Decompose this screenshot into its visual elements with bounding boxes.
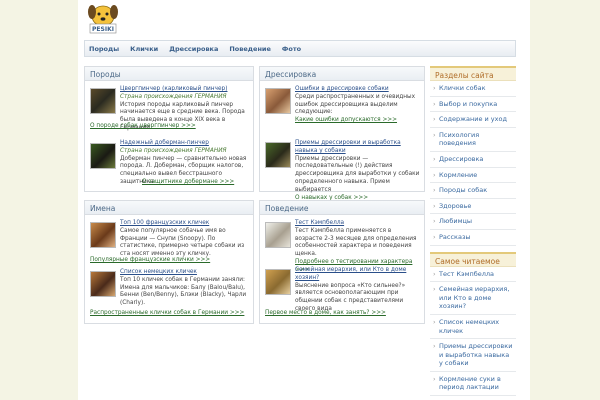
- item-title-link[interactable]: Список немецких кличек: [120, 269, 248, 277]
- sidebar-item[interactable]: Семейная иерархия, или Кто в доме хозяин…: [430, 282, 516, 315]
- item-title-link[interactable]: Ошибки в дрессировке собаки: [295, 86, 420, 94]
- sidebar-item[interactable]: Клички собак: [430, 81, 516, 97]
- nav-breeds[interactable]: Породы: [89, 45, 119, 53]
- sidebar: Разделы сайта Клички собак Выбор и покуп…: [430, 66, 516, 397]
- nav-names[interactable]: Клички: [130, 45, 158, 53]
- dog-photo-image[interactable]: [265, 222, 291, 248]
- list-item: Надежный доберман-пинчер Страна происхож…: [90, 140, 248, 188]
- item-country: Страна происхождения ГЕРМАНИЯ: [120, 147, 227, 154]
- sidebar-item[interactable]: Психология поведения: [430, 128, 516, 152]
- item-title-link[interactable]: Приемы дрессировки и выработка навыка у …: [295, 140, 420, 156]
- item-text: Топ 10 кличек собак в Германии заняли: И…: [120, 276, 247, 307]
- item-title-link[interactable]: Надежный доберман-пинчер: [120, 140, 248, 148]
- breeds-panel-title: Породы: [85, 67, 253, 81]
- sidebar-item[interactable]: Кормление: [430, 168, 516, 184]
- training-panel: Дрессировка Ошибки в дрессировке собаки …: [259, 66, 425, 201]
- dog-photo-image[interactable]: [90, 271, 116, 297]
- item-country: Страна происхождения ГЕРМАНИЯ: [120, 93, 227, 100]
- item-title-link[interactable]: Цвергпинчер (карликовый пинчер): [120, 86, 248, 94]
- sidebar-popular-list: Тест Кэмпбелла Семейная иерархия, или Кт…: [430, 266, 516, 397]
- item-title-link[interactable]: Топ 100 французских кличек: [120, 220, 248, 228]
- sidebar-item[interactable]: Тест Кэмпбелла: [430, 267, 516, 283]
- names-panel: Имена Топ 100 французских кличек Самое п…: [84, 200, 254, 324]
- main-nav: Породы Клички Дрессировка Поведение Фото: [84, 40, 516, 57]
- dog-photo-image[interactable]: [90, 88, 116, 114]
- list-item: Приемы дрессировки и выработка навыка у …: [265, 140, 420, 201]
- sidebar-item[interactable]: Любимцы: [430, 214, 516, 230]
- item-more-link[interactable]: О породе собак цвергпинчер >>>: [90, 123, 196, 129]
- training-panel-title: Дрессировка: [260, 67, 424, 81]
- logo-text: PESIKI: [92, 26, 114, 33]
- list-item: Топ 100 французских кличек Самое популяр…: [90, 220, 248, 266]
- sidebar-item[interactable]: Приемы дрессировки и выработка навыка у …: [430, 339, 516, 372]
- dog-photo-image[interactable]: [265, 88, 291, 114]
- item-more-link[interactable]: Распространенные клички собак в Германии…: [90, 310, 244, 316]
- sidebar-item[interactable]: Список немецких кличек: [430, 315, 516, 340]
- item-title-link[interactable]: Тест Кэмпбелла: [295, 220, 420, 228]
- dog-photo-image[interactable]: [265, 142, 291, 168]
- item-more-link[interactable]: Какие ошибки допускаются >>>: [295, 117, 420, 125]
- nav-behavior[interactable]: Поведение: [229, 45, 271, 53]
- nav-photo[interactable]: Фото: [282, 45, 301, 53]
- dog-photo-image[interactable]: [90, 143, 116, 169]
- item-title-link[interactable]: Семейная иерархия, или Кто в доме хозяин…: [295, 267, 420, 283]
- list-item: Семейная иерархия, или Кто в доме хозяин…: [265, 267, 420, 319]
- list-item: Ошибки в дрессировке собаки Среди распро…: [265, 86, 420, 132]
- item-more-link[interactable]: Популярные французские клички >>>: [90, 257, 210, 263]
- item-text: Приемы дрессировки — последовательные (!…: [295, 155, 420, 193]
- nav-training[interactable]: Дрессировка: [169, 45, 218, 53]
- sidebar-popular-title: Самое читаемое: [430, 251, 516, 267]
- list-item: Цвергпинчер (карликовый пинчер) Страна п…: [90, 86, 248, 132]
- breeds-panel: Породы Цвергпинчер (карликовый пинчер) С…: [84, 66, 254, 192]
- sidebar-item[interactable]: Здоровье: [430, 199, 516, 215]
- item-more-link[interactable]: О защитнике добермане >>>: [142, 179, 234, 185]
- sidebar-item[interactable]: Содержание и уход: [430, 112, 516, 128]
- sidebar-item[interactable]: Выбор и покупка: [430, 97, 516, 113]
- behavior-panel-title: Поведение: [260, 201, 424, 215]
- item-text: Самое популярное собачье имя во Франции …: [120, 227, 245, 258]
- item-text: Среди распространенных и очевидных ошибо…: [295, 93, 416, 116]
- dog-photo-image[interactable]: [90, 222, 116, 248]
- list-item: Список немецких кличек Топ 10 кличек соб…: [90, 269, 248, 319]
- dog-photo-image[interactable]: [265, 269, 291, 295]
- item-text: Тест Кэмпбелла применяется в возрасте 2-…: [295, 227, 417, 258]
- site-logo[interactable]: PESIKI: [86, 2, 120, 36]
- item-more-link[interactable]: Первое место в доме, как занять? >>>: [265, 310, 386, 316]
- sidebar-sections-list: Клички собак Выбор и покупка Содержание …: [430, 81, 516, 246]
- list-item: Тест Кэмпбелла Тест Кэмпбелла применяетс…: [265, 220, 420, 273]
- sidebar-sections-title: Разделы сайта: [430, 66, 516, 81]
- sidebar-item[interactable]: Кормление суки в период лактации: [430, 372, 516, 397]
- sidebar-item[interactable]: Дрессировка: [430, 152, 516, 168]
- names-panel-title: Имена: [85, 201, 253, 215]
- behavior-panel: Поведение Тест Кэмпбелла Тест Кэмпбелла …: [259, 200, 425, 324]
- sidebar-item[interactable]: Породы собак: [430, 183, 516, 199]
- sidebar-item[interactable]: Рассказы: [430, 230, 516, 246]
